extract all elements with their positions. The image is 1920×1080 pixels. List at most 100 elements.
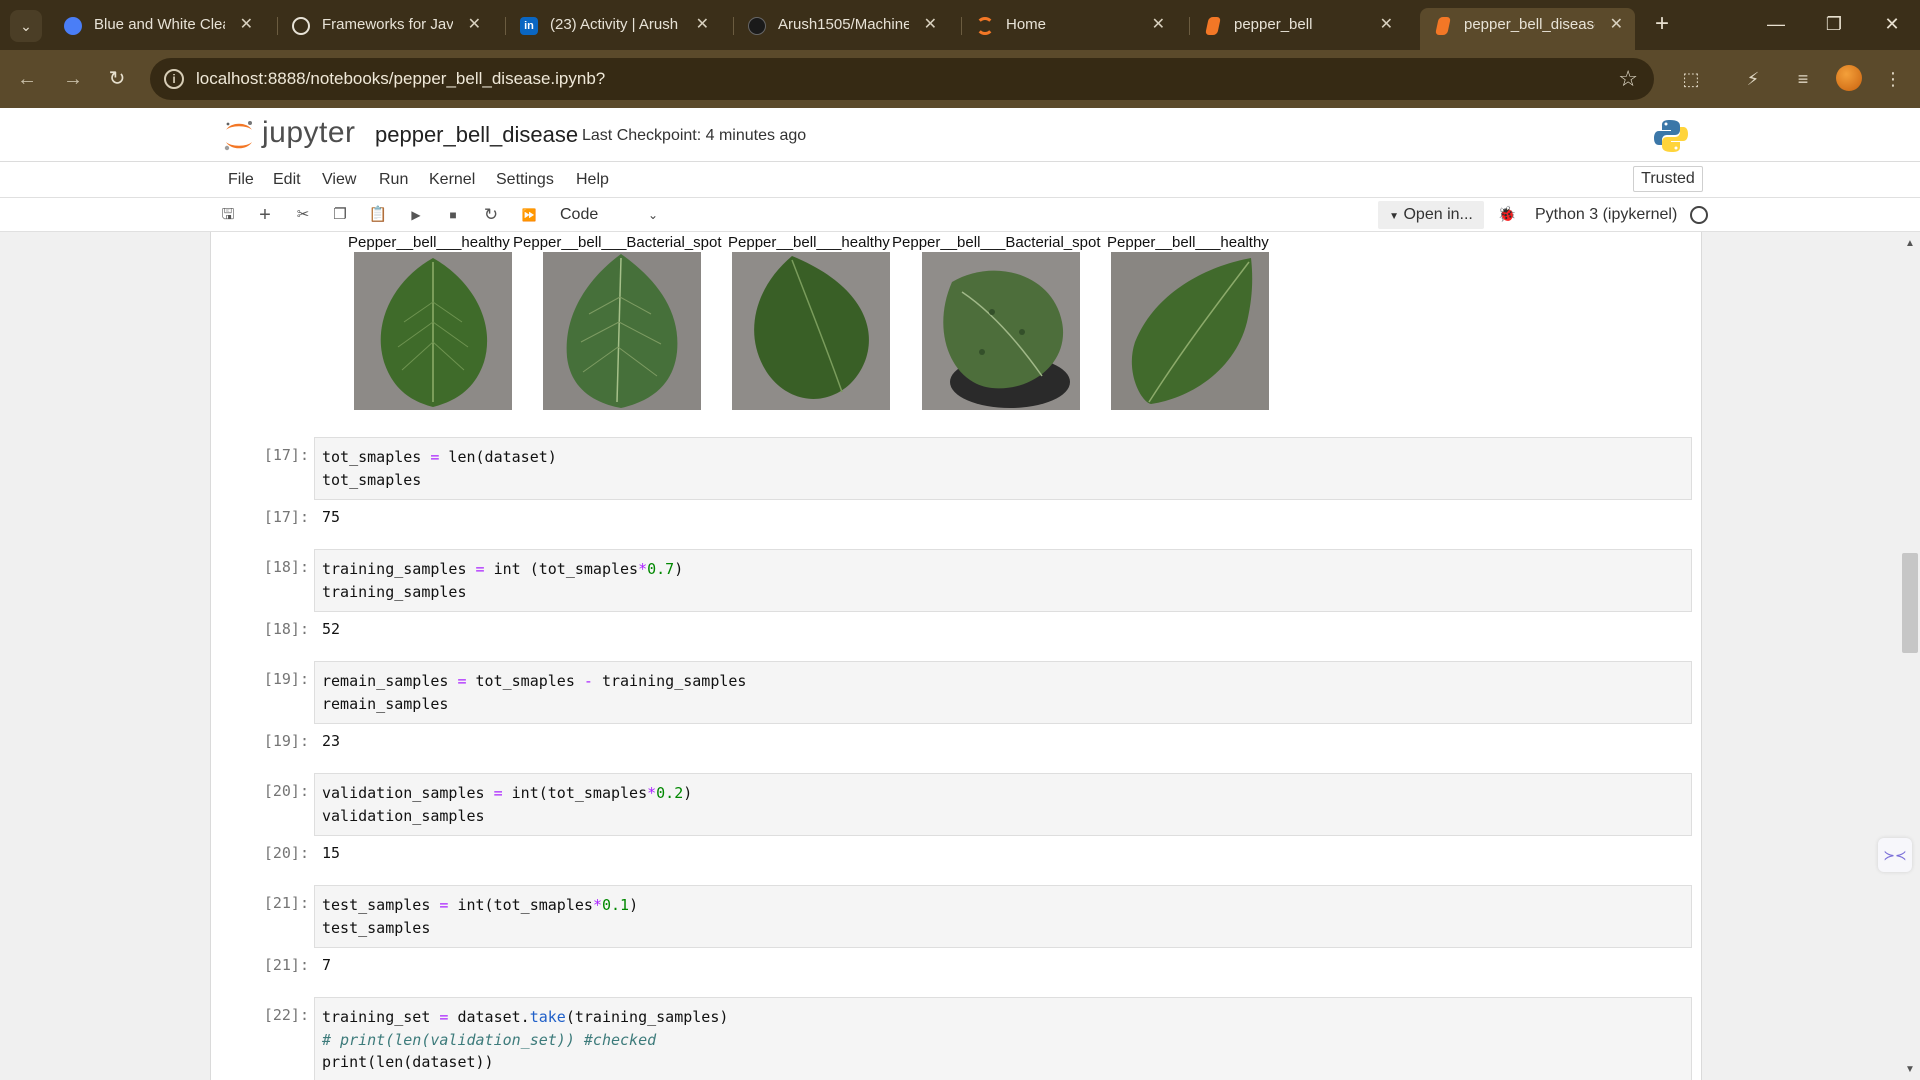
cell-input-prompt: [21]: (263, 894, 309, 912)
close-icon[interactable]: ✕ (1380, 8, 1393, 42)
url-text[interactable]: localhost:8888/notebooks/pepper_bell_dis… (196, 58, 605, 100)
code-cell-input[interactable]: training_set = dataset.take(training_sam… (314, 997, 1692, 1080)
tab-search-button[interactable]: ⌄ (10, 10, 42, 42)
cell-input-prompt: [22]: (263, 1006, 309, 1024)
code-cell-input[interactable]: test_samples = int(tot_smaples*0.1) test… (314, 885, 1692, 948)
close-icon[interactable]: ✕ (924, 8, 937, 42)
tab-title: pepper_bell_disease (1464, 16, 1595, 33)
code-token: int(tot_smaples (502, 784, 648, 802)
kernel-status-icon (1690, 206, 1708, 224)
jupyter-logo-text[interactable]: jupyter (262, 116, 356, 150)
python-logo-icon (1654, 120, 1688, 152)
code-token: int(tot_smaples (448, 896, 593, 914)
browser-tab[interactable]: in (23) Activity | Arush Ja ✕ (506, 8, 721, 42)
browser-tab[interactable]: Blue and White Clean ✕ (50, 8, 265, 42)
restore-button[interactable]: ❐ (1806, 0, 1862, 48)
leaf-image-healthy (354, 252, 512, 410)
back-arrow-icon[interactable]: ← (14, 66, 40, 92)
code-token: = (457, 672, 467, 690)
side-panel-toggle-icon[interactable]: ≻≺ (1878, 838, 1912, 872)
new-tab-button[interactable]: + (1636, 0, 1688, 48)
cell-output: 15 (322, 844, 341, 862)
close-icon[interactable]: ✕ (468, 8, 481, 42)
minimize-button[interactable]: — (1748, 0, 1804, 48)
browser-tab[interactable]: Home ✕ (962, 8, 1177, 42)
cell-input-prompt: [18]: (263, 558, 309, 576)
close-icon[interactable]: ✕ (1152, 8, 1165, 42)
performance-icon[interactable]: ⚡ (1740, 66, 1766, 92)
code-comment: # print(len(validation_set)) #checked (322, 1030, 657, 1049)
tab-title: Blue and White Clean (94, 16, 225, 33)
close-icon[interactable]: ✕ (240, 8, 253, 42)
cell-output-prompt: [21]: (263, 956, 309, 974)
scroll-up-arrow-icon[interactable]: ▲ (1903, 238, 1917, 249)
browser-tab-bar: ⌄ Blue and White Clean ✕ Frameworks for … (0, 0, 1920, 50)
menu-run[interactable]: Run (379, 171, 408, 189)
bookmark-star-icon[interactable]: ☆ (1618, 66, 1638, 92)
run-icon[interactable]: ▶ (405, 204, 427, 226)
menu-settings[interactable]: Settings (496, 171, 554, 189)
copy-icon[interactable]: ❐ (329, 204, 351, 226)
code-cell-input[interactable]: validation_samples = int(tot_smaples*0.2… (314, 773, 1692, 836)
browser-menu-icon[interactable]: ⋮ (1880, 66, 1906, 92)
restart-run-all-icon[interactable]: ⏩ (518, 204, 540, 226)
trusted-indicator[interactable]: Trusted (1633, 166, 1703, 192)
code-token: test_samples (322, 918, 431, 937)
browser-tab[interactable]: Arush1505/Machine_ ✕ (734, 8, 949, 42)
code-token: ) (683, 784, 693, 802)
open-in-button[interactable]: ▼ Open in... (1378, 201, 1484, 229)
cell-output: 7 (322, 956, 332, 974)
save-icon[interactable]: 🖫 (217, 204, 239, 226)
code-token: 0.2 (656, 784, 684, 802)
code-token: (training_samples) (565, 1008, 729, 1026)
site-info-icon[interactable]: i (164, 69, 184, 89)
forward-arrow-icon[interactable]: → (60, 66, 86, 92)
cell-output-prompt: [18]: (263, 620, 309, 638)
scrollbar-thumb[interactable] (1902, 553, 1918, 653)
jupyter-logo-icon[interactable] (222, 118, 256, 152)
code-token: * (647, 784, 657, 802)
reload-icon[interactable]: ↻ (104, 66, 130, 92)
address-bar[interactable]: i localhost:8888/notebooks/pepper_bell_d… (150, 58, 1654, 100)
cut-icon[interactable]: ✂ (292, 204, 314, 226)
notebook-panel: Pepper__bell___healthy Pepper__bell___Ba… (210, 232, 1702, 1080)
tab-title: Arush1505/Machine_ (778, 16, 909, 33)
code-token: = (493, 784, 503, 802)
add-cell-icon[interactable]: + (254, 204, 276, 226)
browser-tab-active[interactable]: pepper_bell_disease ✕ (1420, 8, 1635, 50)
notebook-scroll-area[interactable]: Pepper__bell___healthy Pepper__bell___Ba… (0, 232, 1920, 1080)
menu-view[interactable]: View (322, 171, 356, 189)
code-token: validation_samples (322, 806, 485, 825)
profile-avatar[interactable] (1836, 65, 1862, 91)
browser-tab[interactable]: pepper_bell ✕ (1190, 8, 1405, 42)
close-icon[interactable]: ✕ (1610, 8, 1623, 42)
code-token: tot_smaples (322, 470, 422, 489)
chatgpt-icon (292, 17, 310, 35)
extensions-icon[interactable]: ⬚ (1678, 66, 1704, 92)
leaf-image-bacterial-spot (543, 252, 701, 410)
menu-edit[interactable]: Edit (273, 171, 301, 189)
close-icon[interactable]: ✕ (696, 8, 709, 42)
close-window-button[interactable]: ✕ (1864, 0, 1920, 48)
debugger-bug-icon[interactable]: 🐞 (1496, 204, 1518, 226)
kernel-name[interactable]: Python 3 (ipykernel) (1535, 206, 1677, 224)
scrollbar-track[interactable] (1900, 232, 1920, 1080)
linkedin-icon: in (520, 17, 538, 35)
code-token: ) (674, 560, 684, 578)
restart-icon[interactable]: ↻ (480, 204, 502, 226)
scroll-down-arrow-icon[interactable]: ▼ (1903, 1064, 1917, 1075)
stop-icon[interactable]: ■ (442, 204, 464, 226)
code-cell-input[interactable]: remain_samples = tot_smaples - training_… (314, 661, 1692, 724)
cell-type-select[interactable]: Code ⌄ (554, 203, 664, 227)
browser-tab[interactable]: Frameworks for Java ✕ (278, 8, 493, 42)
notebook-title[interactable]: pepper_bell_disease (375, 122, 578, 148)
code-cell-input[interactable]: tot_smaples = len(dataset) tot_smaples (314, 437, 1692, 500)
paste-icon[interactable]: 📋 (367, 204, 389, 226)
menu-help[interactable]: Help (576, 171, 609, 189)
image-title: Pepper__bell___healthy (728, 234, 890, 251)
menu-file[interactable]: File (228, 171, 254, 189)
menu-kernel[interactable]: Kernel (429, 171, 475, 189)
code-token: 0.7 (647, 560, 675, 578)
code-cell-input[interactable]: training_samples = int (tot_smaples*0.7)… (314, 549, 1692, 612)
media-control-icon[interactable]: ≡ (1790, 66, 1816, 92)
